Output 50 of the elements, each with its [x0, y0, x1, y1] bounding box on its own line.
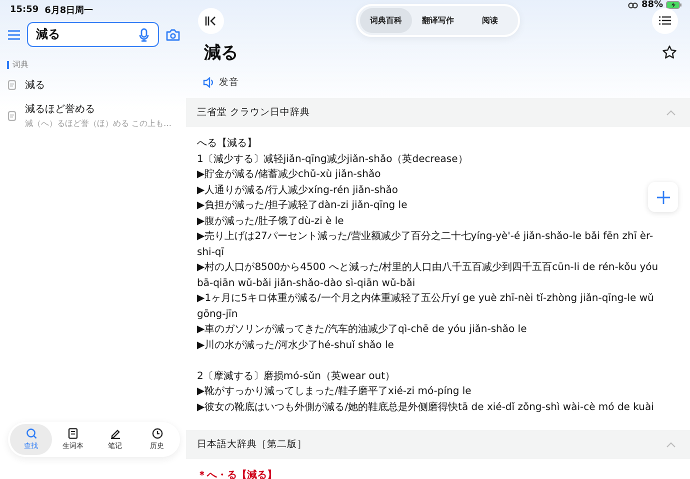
- section-label: 词典: [12, 59, 28, 70]
- example-line: ▶負担が減った/担子减轻了dàn-zi jiǎn-qīng le: [197, 198, 408, 213]
- result-title[interactable]: 減るほど誉める: [25, 102, 172, 116]
- mode-tab[interactable]: 词典百科: [360, 8, 412, 33]
- dictionary-header[interactable]: 三省堂 クラウン日中辞典: [186, 98, 690, 127]
- plus-icon: [656, 190, 670, 204]
- example-line: ▶腹が減った/肚子饿了dù-zi è le: [197, 214, 344, 228]
- document-icon: [8, 110, 16, 120]
- camera-icon[interactable]: [166, 28, 180, 40]
- pronunciation-link[interactable]: 发音: [219, 76, 239, 89]
- microphone-icon[interactable]: [139, 28, 149, 42]
- result-snippet: 減（へ）るほど誉（ほ）める この上も…: [25, 118, 172, 129]
- status-time: 15:59: [10, 5, 39, 15]
- mode-tab[interactable]: 阅读: [464, 8, 516, 33]
- notebook-icon: [68, 428, 78, 439]
- example-line: ▶彼女の靴底はいつも外側が減る/她的鞋底总是外侧磨得快tā de xié-dǐ zǒng-shì wài-cè mó de kuài: [197, 400, 654, 414]
- search-icon: [26, 428, 36, 439]
- battery-percentage: 88%: [641, 0, 663, 10]
- dictionary-name: 日本語大辞典［第二版］: [197, 438, 307, 451]
- example-line: ▶靴がすっかり減ってしまった/鞋子磨平了xié-zi mó-píng le: [197, 384, 472, 399]
- list-icon: [659, 16, 671, 25]
- collapse-sidebar-button[interactable]: [198, 8, 224, 34]
- star-icon[interactable]: [662, 45, 677, 60]
- menu-icon[interactable]: [8, 30, 20, 40]
- example-line: ▶貯金が減る/储蓄减少chǔ-xù jiǎn-shǎo: [197, 168, 381, 182]
- dictionary-name: 三省堂 クラウン日中辞典: [197, 106, 310, 119]
- outline-button[interactable]: [652, 8, 678, 34]
- sense-line: 2〔摩滅する〕磨损mó-sǔn（英wear out）: [197, 370, 396, 384]
- status-date: 6月8日周一: [44, 4, 94, 16]
- battery-icon: [666, 1, 682, 9]
- search-field[interactable]: 減る: [27, 22, 159, 47]
- dictionary-header[interactable]: 日本語大辞典［第二版］: [186, 430, 690, 459]
- example-line: ▶1ヶ月に5キロ体重が減る/一个月之内体重减轻了五公斤yí ge yuè zhī-nèi tǐ-zhòng jiǎn-qīng-le wǔ gōng-jīn: [197, 292, 655, 322]
- entry-word: 減る: [204, 42, 238, 64]
- document-icon: [8, 80, 16, 90]
- example-line: ▶車のガソリンが減ってきた/汽车的油减少了qì-chē de yóu jiǎn-shǎo le: [197, 322, 527, 337]
- link-icon: [628, 2, 638, 8]
- speaker-icon[interactable]: [203, 77, 214, 88]
- mode-tab[interactable]: 翻译写作: [412, 8, 464, 33]
- pen-icon: [110, 428, 120, 439]
- headword-line: へる【減る】: [197, 136, 257, 151]
- add-button[interactable]: [648, 182, 678, 212]
- clock-icon: [152, 428, 162, 439]
- collapse-icon: [205, 16, 217, 26]
- example-line: ▶川の水が減った/河水少了hé-shuǐ shǎo le: [197, 338, 394, 352]
- example-line: ▶売り上げは27パーセント減った/营业额减少了百分之二十七yíng-yè'-é jiǎn-shǎo-le bǎi fēn zhī èr-shi-qī: [197, 230, 654, 260]
- example-line: ▶村の人口が8500から4500 へと減った/村里的人口由八千五百减少到四千五百cūn-li de rén-kǒu yóu bā-qiān wǔ-bǎi jiǎn-shǎo-dào sì-qiān wǔ-bǎi: [197, 260, 660, 290]
- sense-line: 1〔減少する〕减轻jiǎn-qīng减少jiǎn-shǎo（英decrease）: [197, 152, 468, 166]
- result-title[interactable]: 減る: [25, 78, 45, 92]
- example-line: ▶人通りが減る/行人减少xíng-rén jiǎn-shǎo: [197, 184, 398, 198]
